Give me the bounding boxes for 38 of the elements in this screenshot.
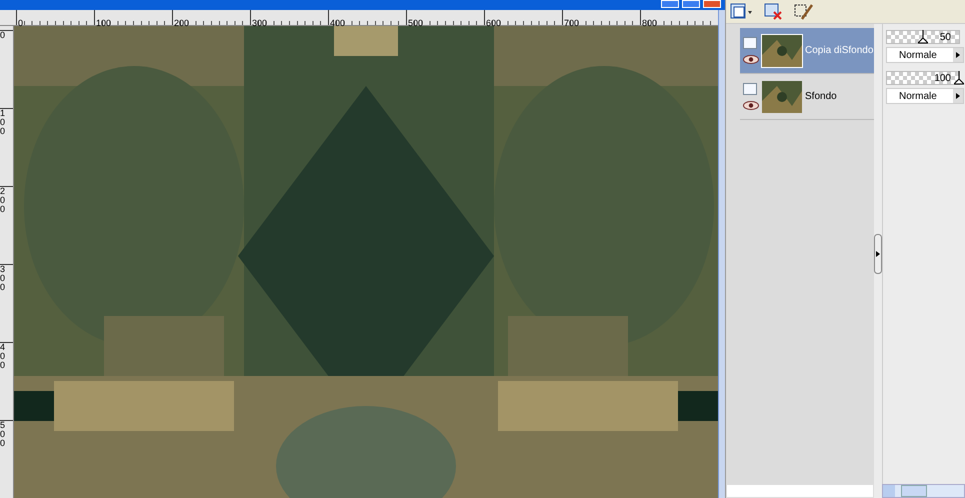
ruler-label: 500: [0, 421, 6, 448]
horizontal-scrollbar[interactable]: [726, 484, 874, 498]
layer-name: Sfondo: [805, 90, 837, 104]
layer-thumbnail: [762, 80, 802, 112]
ruler-label: 400: [0, 343, 6, 370]
opacity-slider[interactable]: 50: [886, 30, 960, 44]
window-buttons-drawing: [661, 0, 721, 8]
slider-thumb-icon[interactable]: [954, 71, 964, 85]
slider-thumb-icon[interactable]: [918, 30, 928, 44]
ruler-label: 200: [173, 18, 190, 28]
ruler-label: 300: [0, 265, 6, 292]
ruler-label: 0: [0, 31, 6, 40]
ruler-label: 400: [329, 18, 346, 28]
layer-name: Copia diSfondo: [805, 44, 874, 58]
delete-layer-icon[interactable]: [764, 2, 784, 20]
ruler-label: 700: [563, 18, 580, 28]
ruler-label: 0: [17, 18, 24, 28]
ruler-label: 100: [0, 109, 6, 136]
vertical-scrollbar[interactable]: [718, 10, 725, 498]
collapse-handle-icon[interactable]: [874, 234, 882, 274]
layer-type-icon: [743, 37, 757, 49]
blend-mode-dropdown[interactable]: Normale: [886, 88, 964, 104]
opacity-value: 100: [934, 72, 951, 86]
ruler-label: 300: [251, 18, 268, 28]
opacity-value: 50: [940, 31, 951, 45]
mask-brush-icon[interactable]: [794, 2, 814, 20]
layer-type-icon: [743, 83, 757, 95]
blend-mode-dropdown[interactable]: Normale: [886, 47, 964, 63]
ruler-label: 500: [407, 18, 424, 28]
eye-icon[interactable]: [743, 101, 759, 110]
horizontal-scrollbar[interactable]: [882, 484, 965, 498]
layer-thumbnail: [762, 34, 802, 66]
eye-icon[interactable]: [743, 55, 759, 64]
new-layer-icon[interactable]: [730, 2, 754, 20]
ruler-label: 100: [95, 18, 112, 28]
ruler-label: 800: [641, 18, 658, 28]
ruler-label: 600: [485, 18, 502, 28]
ruler-label: 200: [0, 187, 6, 214]
